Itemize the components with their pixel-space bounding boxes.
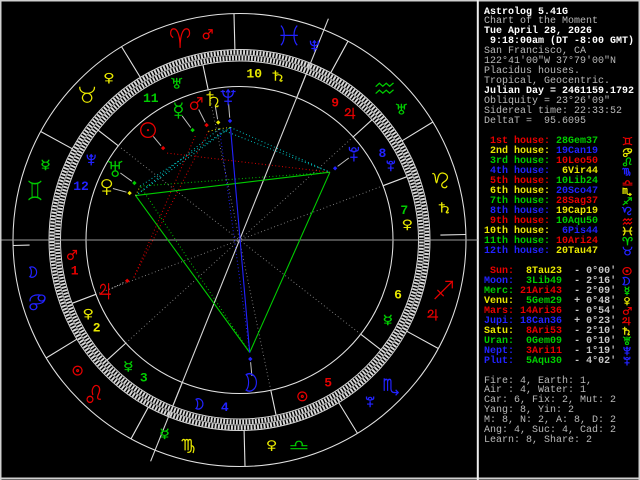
svg-text:2: 2	[93, 321, 101, 336]
svg-text:3: 3	[140, 371, 148, 386]
svg-text:6: 6	[394, 288, 402, 303]
svg-text:10: 10	[246, 66, 262, 81]
svg-text:11: 11	[143, 91, 159, 106]
svg-text:7: 7	[400, 203, 408, 218]
svg-text:5: 5	[324, 375, 332, 390]
svg-text:4: 4	[221, 400, 229, 415]
svg-text:9: 9	[331, 96, 339, 111]
svg-text:8: 8	[378, 146, 386, 161]
svg-text:1: 1	[71, 263, 79, 278]
svg-text:12: 12	[73, 179, 89, 194]
